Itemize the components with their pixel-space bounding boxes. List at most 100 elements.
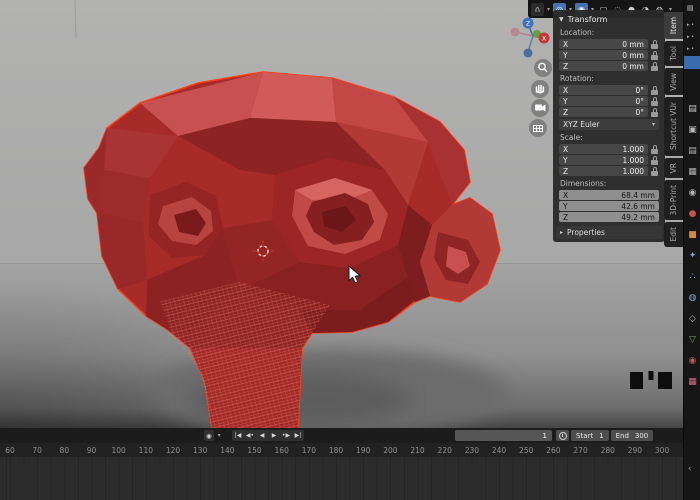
scale-x-field[interactable]: X1.000 [559, 144, 648, 154]
unlock-icon[interactable] [651, 108, 659, 117]
dimensions-label: Dimensions: [560, 179, 659, 188]
physics-tab-icon[interactable]: ◍ [689, 293, 697, 303]
unlock-icon[interactable] [651, 86, 659, 95]
frame-tick-label: 120 [166, 446, 180, 455]
object-data-tab-icon[interactable]: ▽ [689, 335, 696, 345]
gizmo-z-label: Z [526, 21, 530, 28]
3d-viewport[interactable]: Z X ∩▾◎▾◉▾▢◌●◑◍▾ [0, 0, 683, 428]
right-editor-rail: ▤ ▸ • ▸ • ▸ • ▤ ▣ ▤ ▦ ◉ ● ■ ✦ ∴ ◍ ◇ ▽ ◉ ▦ ‹ [683, 0, 700, 500]
timeline-editor[interactable]: ◉ ▾ |◀◀•◀▶•▶▶| 1 Start1 End300 607080901… [0, 428, 683, 500]
editor-type-icon[interactable]: ▤ [688, 104, 697, 114]
unlock-icon[interactable] [651, 167, 659, 176]
chevron-down-icon: ▾ [652, 121, 655, 128]
frame-tick-label: 130 [193, 446, 207, 455]
timeline-header: ◉ ▾ |◀◀•◀▶•▶▶| 1 Start1 End300 [0, 428, 683, 443]
texture-tab-icon[interactable]: ▦ [688, 377, 697, 387]
frame-tick-label: 110 [139, 446, 153, 455]
snap-dropdown-icon[interactable]: ▾ [545, 6, 552, 13]
play-reverse-button[interactable]: ◀ [256, 430, 268, 441]
jump-to-start-button[interactable]: |◀ [232, 430, 244, 441]
outliner-row[interactable]: ▸ • [687, 46, 694, 52]
collapse-triangle-icon: ▼ [559, 16, 564, 23]
frame-tick-label: 150 [247, 446, 261, 455]
jump-to-end-button[interactable]: ▶| [292, 430, 304, 441]
sidebar-tab-edit[interactable]: Edit [664, 222, 683, 247]
location-z-field[interactable]: Z0 mm [559, 61, 648, 71]
outliner-row[interactable]: ▸ • [687, 34, 694, 40]
material-tab-icon[interactable]: ◉ [689, 356, 697, 366]
frame-tick-label: 290 [628, 446, 642, 455]
frame-tick-label: 200 [383, 446, 397, 455]
prev-keyframe-button[interactable]: ◀• [244, 430, 256, 441]
object-tab-icon[interactable]: ■ [688, 230, 697, 240]
frame-tick-label: 60 [5, 446, 15, 455]
dimension-x-field[interactable]: X68.4 mm [559, 190, 659, 200]
frame-tick-label: 140 [220, 446, 234, 455]
outliner-selected-row[interactable] [684, 56, 700, 69]
frame-tick-label: 80 [60, 446, 70, 455]
sidebar-tab-vr[interactable]: VR [664, 158, 683, 178]
blender-window: Z X ∩▾◎▾◉▾▢◌●◑◍▾ [0, 0, 700, 500]
transform-panel-header[interactable]: ▼ Transform [559, 15, 659, 24]
scene-tab-icon[interactable]: ◉ [689, 188, 697, 198]
unlock-icon[interactable] [651, 40, 659, 49]
snap-magnet-icon[interactable]: ∩ [531, 3, 544, 16]
play-button[interactable]: ▶ [268, 430, 280, 441]
rotation-x-field[interactable]: X0° [559, 85, 648, 95]
modifiers-tab-icon[interactable]: ✦ [689, 251, 697, 261]
rotation-mode-dropdown[interactable]: XYZ Euler ▾ [559, 119, 659, 130]
unlock-icon[interactable] [651, 145, 659, 154]
unlock-icon[interactable] [651, 62, 659, 71]
unlock-icon[interactable] [651, 97, 659, 106]
particles-tab-icon[interactable]: ∴ [690, 272, 696, 282]
frame-tick-label: 160 [275, 446, 289, 455]
current-frame-field[interactable]: 1 [455, 430, 552, 441]
next-keyframe-button[interactable]: •▶ [280, 430, 292, 441]
outliner-row[interactable]: ▸ • [687, 22, 694, 28]
collapse-arrow-icon[interactable]: ‹ [688, 464, 692, 474]
constraints-tab-icon[interactable]: ◇ [689, 314, 696, 324]
view-layer-tab-icon[interactable]: ▦ [688, 167, 697, 177]
output-tab-icon[interactable]: ▤ [688, 146, 697, 156]
properties-tab-column: ▤ ▣ ▤ ▦ ◉ ● ■ ✦ ∴ ◍ ◇ ▽ ◉ ▦ [684, 104, 700, 387]
gizmo-x-label: X [542, 36, 546, 43]
frame-end-field[interactable]: End300 [611, 430, 654, 441]
scale-y-field[interactable]: Y1.000 [559, 155, 648, 165]
sidebar-tab-view[interactable]: View [664, 68, 683, 96]
unlock-icon[interactable] [651, 51, 659, 60]
frame-start-field[interactable]: Start1 [571, 430, 609, 441]
frame-tick-label: 260 [546, 446, 560, 455]
sidebar-tab-3d-print[interactable]: 3D-Print [664, 180, 683, 221]
rotation-z-field[interactable]: Z0° [559, 107, 648, 117]
pan-hand-icon [531, 80, 549, 98]
frame-tick-label: 270 [573, 446, 587, 455]
zoom-icon [534, 59, 552, 77]
timeline-tracks[interactable] [0, 457, 683, 500]
world-tab-icon[interactable]: ● [689, 209, 697, 219]
dimension-y-field[interactable]: Y42.6 mm [559, 201, 659, 211]
rotation-label: Rotation: [560, 74, 659, 83]
location-label: Location: [560, 28, 659, 37]
unlock-icon[interactable] [651, 156, 659, 165]
frame-tick-label: 70 [32, 446, 42, 455]
render-tab-icon[interactable]: ▣ [688, 125, 697, 135]
location-y-field[interactable]: Y0 mm [559, 50, 648, 60]
timeline-ruler[interactable]: 6070809010011012013014015016017018019020… [0, 443, 683, 457]
camera-view-icon [531, 99, 549, 117]
auto-keying-dropdown-icon[interactable]: ▾ [216, 432, 223, 439]
sidebar-tab-shortcut-vur[interactable]: Shortcut VUr [664, 97, 683, 155]
auto-keying-button[interactable]: ◉ [204, 430, 214, 441]
rotation-y-field[interactable]: Y0° [559, 96, 648, 106]
use-preview-range-icon[interactable] [556, 430, 569, 441]
location-x-field[interactable]: X0 mm [559, 39, 648, 49]
frame-tick-label: 250 [519, 446, 533, 455]
outliner-editor-icon[interactable]: ▤ [687, 4, 694, 12]
properties-subpanel-header[interactable]: ▸ Properties [556, 226, 662, 239]
dimension-z-field[interactable]: Z49.2 mm [559, 212, 659, 222]
sidebar-tab-tool[interactable]: Tool [664, 41, 683, 66]
scale-z-field[interactable]: Z1.000 [559, 166, 648, 176]
frame-tick-label: 300 [655, 446, 669, 455]
frame-tick-label: 230 [465, 446, 479, 455]
sidebar-tab-item[interactable]: Item [664, 12, 683, 39]
frame-tick-label: 190 [356, 446, 370, 455]
